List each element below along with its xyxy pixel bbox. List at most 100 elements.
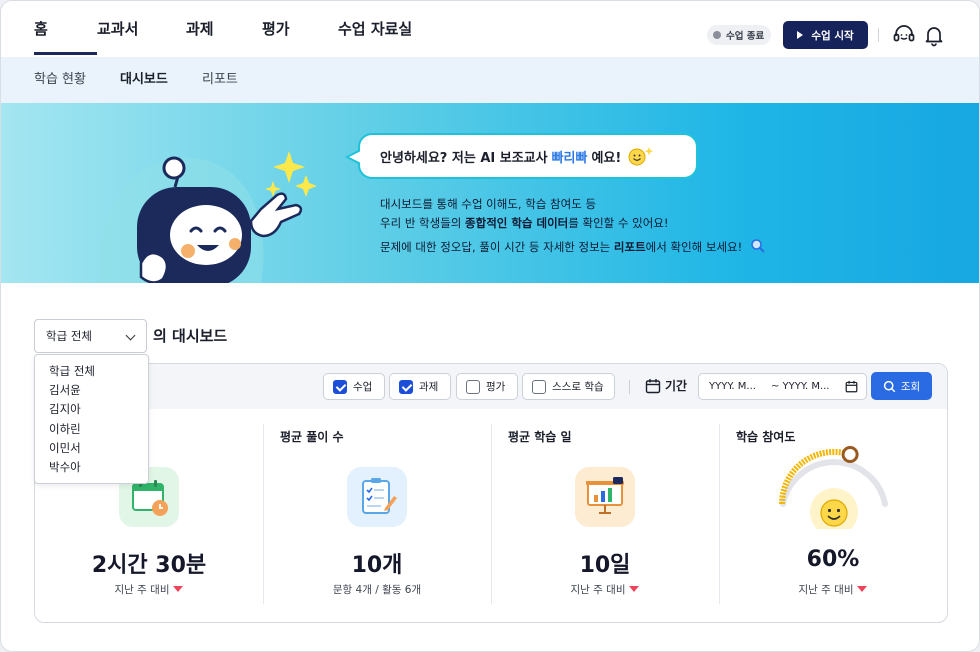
- stat-comparison-text: 지난 주 대비: [798, 584, 854, 596]
- worksheet-pencil-icon: [362, 478, 397, 514]
- search-label: 조회: [900, 380, 921, 393]
- checkbox-unchecked-icon: [532, 379, 546, 394]
- filter-chip-label: 평가: [486, 381, 506, 393]
- stat-average-solved: 평균 풀이 수 10개 문항 4개 / 활동 6개: [263, 409, 491, 622]
- checkbox-checked-icon: [399, 379, 413, 394]
- menu-textbook[interactable]: 교과서: [97, 1, 186, 57]
- search-icon: [883, 380, 896, 392]
- filter-chip-assignment[interactable]: 과제: [389, 373, 451, 400]
- period-label: 기간: [665, 379, 688, 393]
- stat-comparison-text: 지난 주 대비: [114, 584, 170, 596]
- class-option-student[interactable]: 이하린: [35, 420, 148, 439]
- subnav-report[interactable]: 리포트: [202, 57, 238, 103]
- presentation-board-icon: [586, 477, 624, 514]
- filter-chip-label: 스스로 학습: [552, 381, 604, 393]
- filter-chip-self-study[interactable]: 스스로 학습: [522, 373, 615, 400]
- top-navigation: 홈 교과서 과제 평가 수업 자료실 수업 종료 수업 시작: [1, 1, 979, 57]
- trend-down-icon: [857, 586, 868, 592]
- class-option-student[interactable]: 이민서: [35, 439, 148, 458]
- stat-comparison-text: 지난 주 대비: [570, 584, 626, 596]
- menu-home[interactable]: 홈: [34, 1, 97, 57]
- gauge-knob: [841, 446, 859, 463]
- smiley-face-icon: [820, 499, 848, 527]
- subnav-dashboard[interactable]: 대시보드: [120, 57, 168, 103]
- headset-icon: [893, 25, 915, 42]
- status-label: 수업 종료: [726, 31, 765, 42]
- stat-icon-container: [575, 467, 635, 527]
- checkbox-unchecked-icon: [466, 379, 480, 394]
- filter-chip-evaluation[interactable]: 평가: [456, 373, 518, 400]
- notification-button[interactable]: [922, 23, 946, 47]
- stat-value: 2시간 30분: [91, 553, 207, 578]
- support-headset-button[interactable]: [892, 23, 916, 47]
- banner-description-line2: 우리 반 학생들의 종합적인 학습 데이터를 확인할 수 있어요!: [380, 215, 668, 231]
- greeting-suffix: 예요!: [591, 150, 622, 166]
- stat-average-study-days: 평균 학습 일 10일 지난 주 대비: [491, 409, 719, 622]
- class-option-student[interactable]: 김서윤: [35, 381, 148, 400]
- filter-chip-label: 수업: [353, 381, 373, 393]
- date-range-picker[interactable]: YYYY. M... ~ YYYY. M...: [698, 373, 867, 400]
- filter-chip-label: 과제: [419, 381, 439, 393]
- start-class-button[interactable]: 수업 시작: [783, 21, 868, 49]
- nav-divider: [878, 28, 879, 42]
- trend-down-icon: [629, 586, 640, 592]
- main-menu: 홈 교과서 과제 평가 수업 자료실: [34, 1, 428, 57]
- banner-line3-highlight: 리포트: [613, 240, 646, 254]
- subnav-learning-status[interactable]: 학습 현황: [34, 57, 86, 103]
- smiley-sparkle-icon: [628, 147, 654, 166]
- stat-comparison: 지난 주 대비: [491, 582, 719, 597]
- banner-description-line1: 대시보드를 통해 수업 이해도, 학습 참여도 등: [380, 197, 597, 211]
- calendar-icon: [645, 379, 661, 394]
- stat-participation: 학습 참여도 60% 지난 주 대비: [719, 409, 947, 622]
- ai-robot-mascot-illustration: [99, 151, 317, 283]
- participation-gauge: [778, 446, 888, 529]
- stat-title: 평균 학습 일: [508, 430, 572, 444]
- filter-bar: 수업 과제 평가 스스로 학습 기간 YYYY. M... ~ YYYY. M.…: [35, 364, 947, 409]
- filter-divider: [629, 380, 630, 394]
- magnifier-icon: [751, 239, 765, 253]
- banner-line2-text: 우리 반 학생들의: [380, 216, 462, 230]
- dashboard-title: 의 대시보드: [153, 327, 228, 345]
- greeting-speech-bubble: 안녕하세요? 저는 AI 보조교사 빠리빠 예요!: [358, 133, 698, 179]
- class-select-dropdown[interactable]: 학급 전체: [34, 319, 147, 353]
- dashboard-card: 수업 과제 평가 스스로 학습 기간 YYYY. M... ~ YYYY. M.…: [34, 363, 948, 623]
- speech-bubble-tail-inner: [349, 151, 361, 163]
- class-option-all[interactable]: 학급 전체: [35, 362, 148, 381]
- sub-navigation: 학습 현황 대시보드 리포트: [1, 57, 979, 103]
- app-frame: 홈 교과서 과제 평가 수업 자료실 수업 종료 수업 시작 학습 현황 대시보…: [0, 0, 980, 652]
- start-class-label: 수업 시작: [811, 29, 854, 42]
- checkbox-checked-icon: [333, 379, 347, 394]
- class-options-dropdown: 학급 전체 김서윤 김지아 이하린 이민서 박수아: [34, 354, 149, 484]
- banner-description-line3: 문제에 대한 정오답, 풀이 시간 등 자세한 정보는 리포트에서 확인해 보세…: [380, 238, 766, 255]
- class-status-badge: 수업 종료: [707, 25, 771, 45]
- assistant-name: 빠리빠: [551, 150, 588, 166]
- bell-icon: [925, 27, 943, 47]
- banner-line2-highlight: 종합적인 학습 데이터: [465, 216, 569, 230]
- banner-line3-tail: 에서 확인해 보세요!: [645, 240, 743, 254]
- play-icon: [797, 31, 804, 39]
- stat-breakdown: 문항 4개 / 활동 6개: [332, 584, 422, 596]
- search-button[interactable]: 조회: [871, 372, 932, 400]
- chevron-down-icon: [125, 330, 136, 341]
- banner-line3-text: 문제에 대한 정오답, 풀이 시간 등 자세한 정보는: [380, 240, 611, 254]
- stat-title: 평균 풀이 수: [280, 430, 344, 444]
- status-dot-icon: [713, 31, 721, 39]
- menu-materials[interactable]: 수업 자료실: [338, 1, 428, 57]
- menu-evaluation[interactable]: 평가: [262, 1, 338, 57]
- stat-value: 60%: [806, 547, 860, 572]
- filter-chip-class[interactable]: 수업: [323, 373, 385, 400]
- trend-down-icon: [173, 586, 184, 592]
- greeting-text: 안녕하세요? 저는 AI 보조교사: [380, 150, 548, 166]
- menu-assignment[interactable]: 과제: [186, 1, 262, 57]
- class-option-student[interactable]: 김지아: [35, 400, 148, 419]
- stat-icon-container: [347, 467, 407, 527]
- stat-comparison: 지난 주 대비: [35, 582, 263, 597]
- stat-value: 10일: [579, 553, 631, 578]
- stat-value: 10개: [351, 553, 403, 578]
- date-start-field[interactable]: YYYY. M...: [709, 381, 756, 392]
- date-end-field[interactable]: ~ YYYY. M...: [771, 381, 830, 392]
- calendar-picker-icon[interactable]: [845, 380, 858, 393]
- class-option-student[interactable]: 박수아: [35, 458, 148, 477]
- ai-assistant-banner: 안녕하세요? 저는 AI 보조교사 빠리빠 예요! 대시보드를 통해 수업 이해…: [1, 103, 979, 283]
- banner-line2-tail: 를 확인할 수 있어요!: [568, 216, 669, 230]
